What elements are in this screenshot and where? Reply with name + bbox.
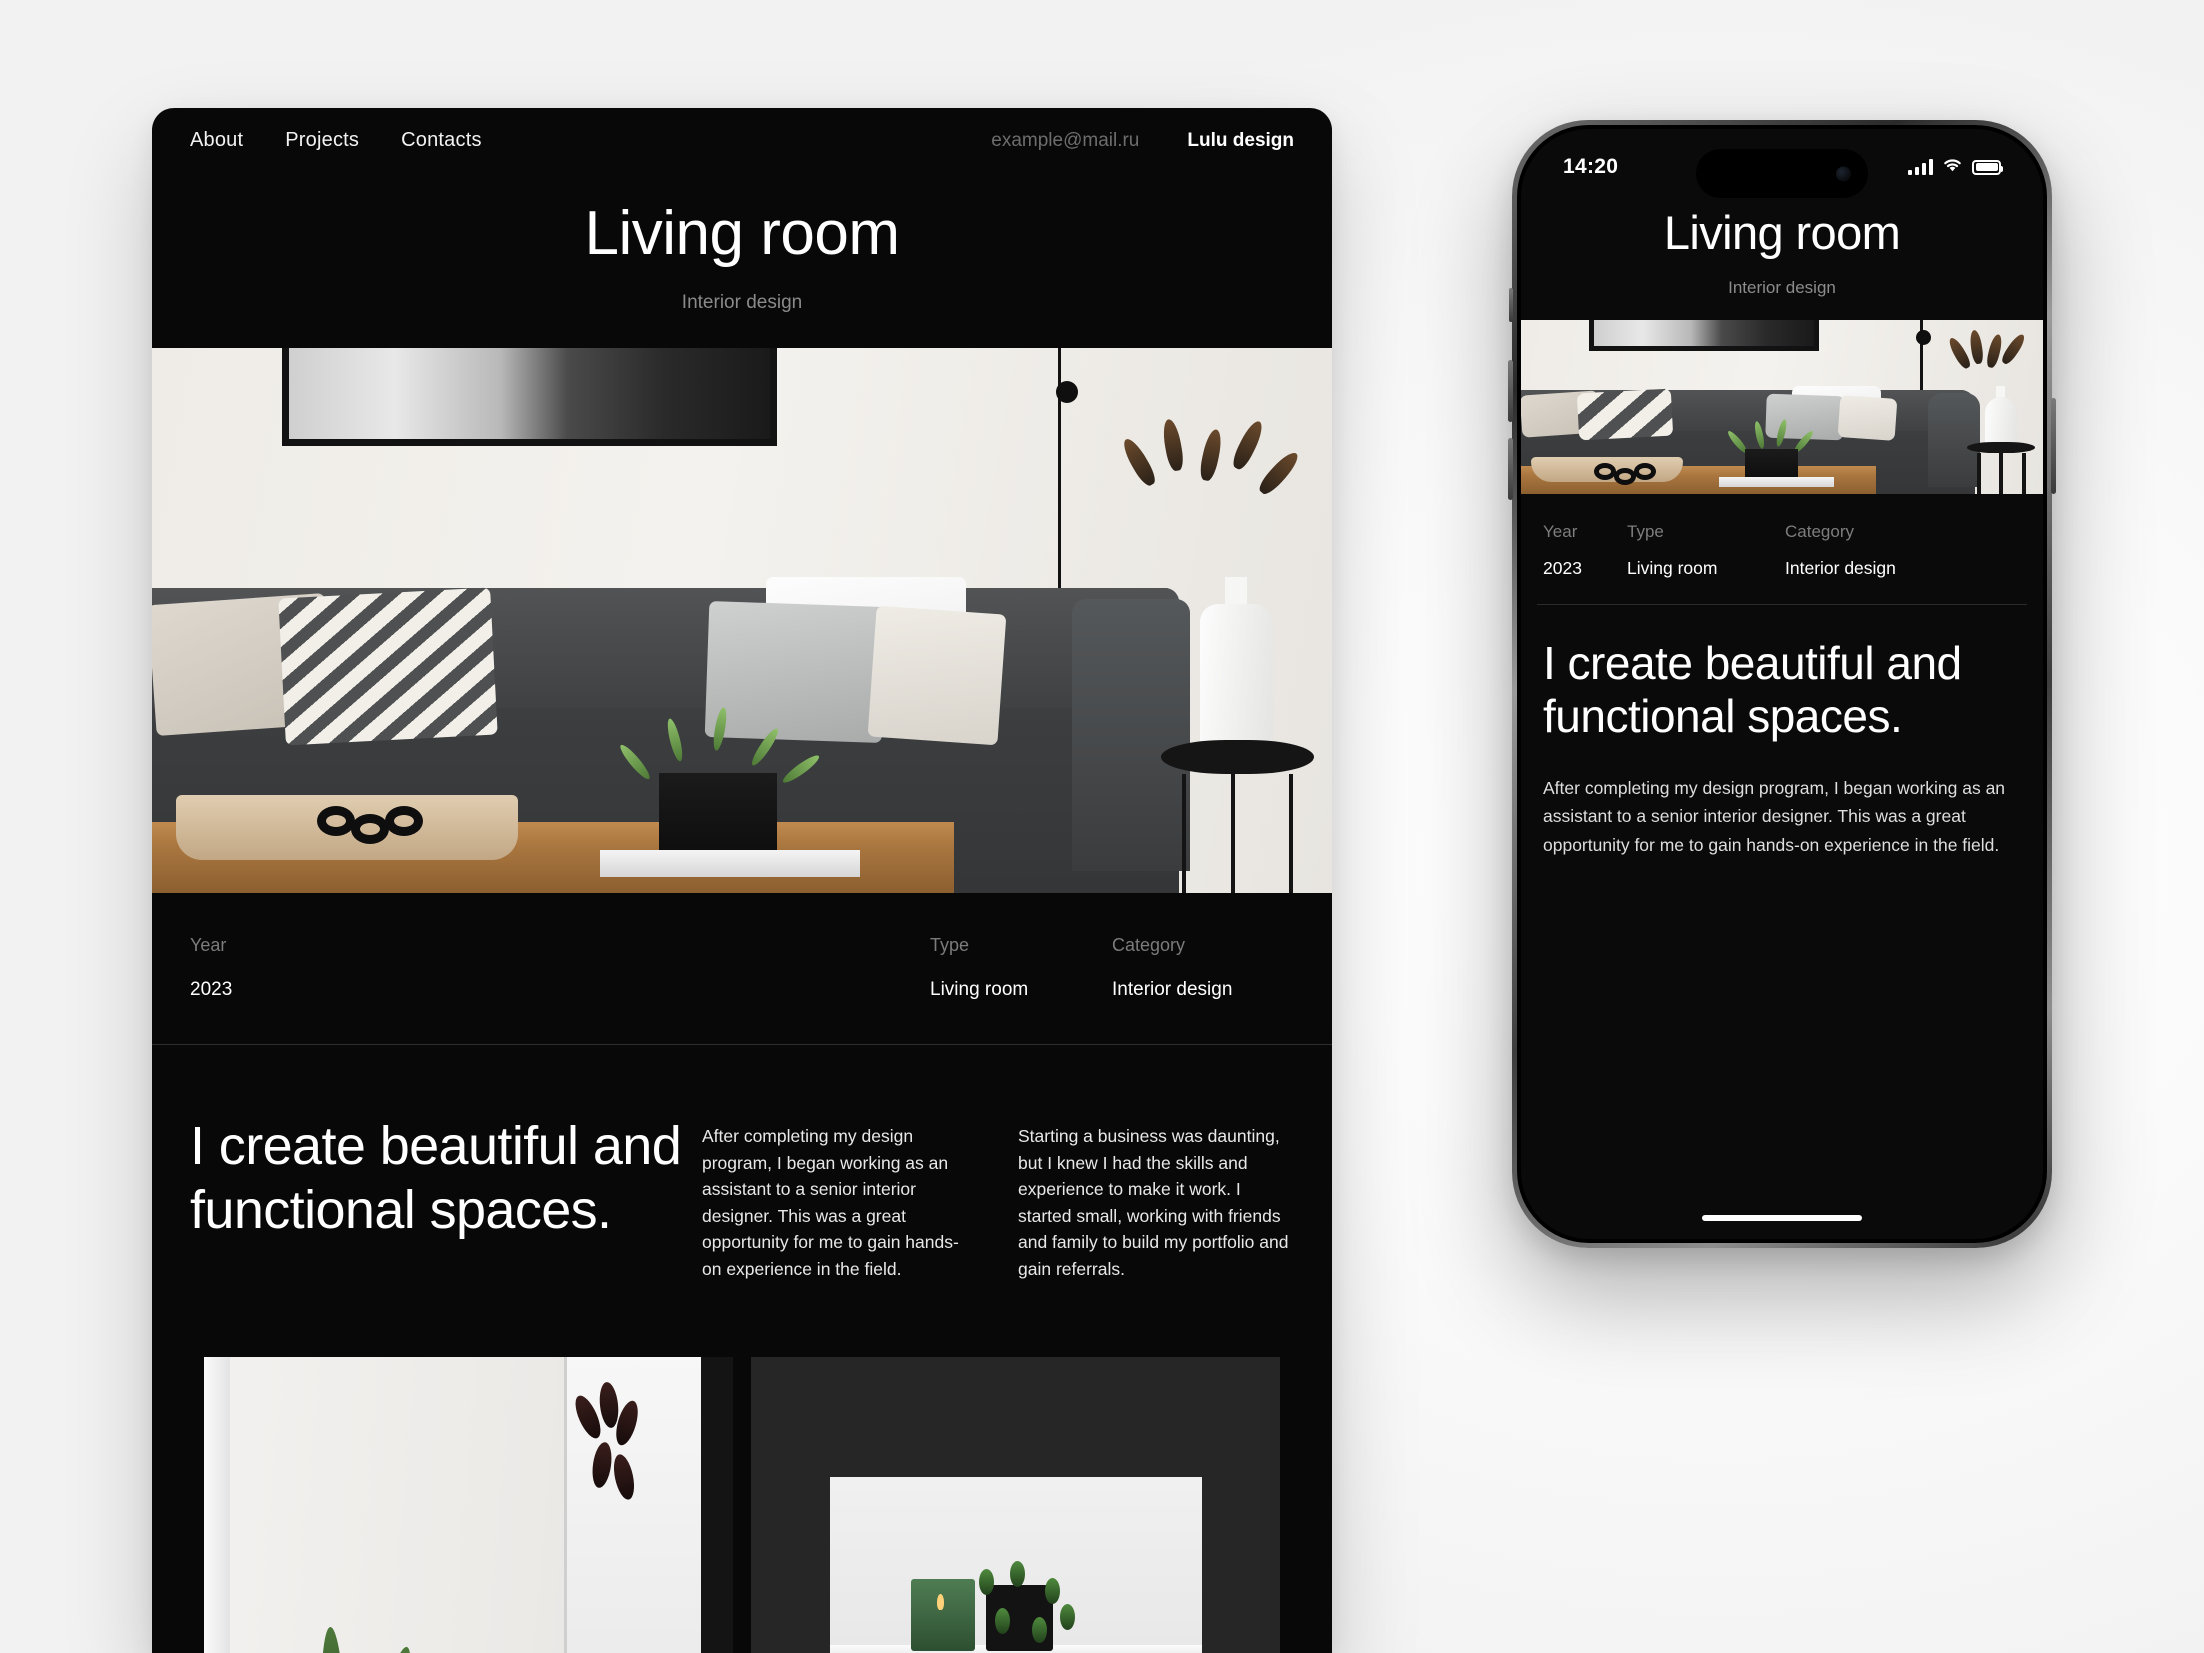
black-stool	[1160, 740, 1315, 894]
paragraph-columns: After completing my design program, I be…	[702, 1115, 1294, 1283]
paragraph-one: After completing my design program, I be…	[702, 1126, 959, 1280]
pillow-striped	[278, 587, 498, 746]
phone-meta-row: Year 2023 Type Living room Category Inte…	[1521, 494, 2043, 605]
wifi-icon	[1942, 157, 1963, 178]
page-subtitle: Interior design	[681, 292, 803, 314]
main-navigation: About Projects Contacts	[190, 129, 482, 152]
dynamic-island	[1696, 149, 1868, 198]
coffee-table-books	[600, 849, 860, 877]
page-title: Living room	[584, 199, 900, 268]
phone-meta-year: Year 2023	[1543, 522, 1627, 579]
status-icons	[1908, 157, 2003, 178]
front-camera-icon	[1836, 166, 1851, 181]
section-heading: I create beautiful and functional spaces…	[190, 1116, 682, 1240]
phone-hero-image	[1521, 320, 2043, 494]
meta-type-label: Type	[930, 935, 970, 956]
pillow-cream	[867, 605, 1006, 745]
meta-year: Year 2023	[190, 935, 930, 1001]
living-room-photo-mobile	[1521, 320, 2043, 494]
gallery-image-1[interactable]	[204, 1356, 733, 1653]
meta-category: Category Interior design	[1112, 935, 1232, 1001]
contact-email[interactable]: example@mail.ru	[991, 130, 1139, 152]
dried-leaves	[1118, 417, 1309, 593]
phone-meta-category-value: Interior design	[1785, 558, 1896, 578]
phone-mockup: 14:20 Living room Interior design Year 2…	[1508, 120, 2056, 1248]
desktop-top-bar: About Projects Contacts example@mail.ru …	[152, 108, 1332, 173]
phone-screen: 14:20 Living room Interior design Year 2…	[1521, 129, 2043, 1239]
meta-type-value: Living room	[930, 979, 1029, 1001]
phone-meta-type: Type Living room	[1627, 522, 1785, 579]
hero-image	[152, 348, 1332, 894]
phone-meta-category: Category Interior design	[1785, 522, 1896, 579]
nav-item-about[interactable]: About	[190, 129, 243, 152]
project-meta-row: Year 2023 Type Living room Category Inte…	[152, 893, 1332, 1046]
power-button[interactable]	[2051, 398, 2056, 494]
status-time: 14:20	[1563, 155, 1619, 178]
phone-meta-year-value: 2023	[1543, 558, 1582, 578]
meta-year-label: Year	[190, 935, 227, 956]
cellular-signal-icon	[1908, 159, 1933, 175]
meta-category-value: Interior design	[1112, 979, 1233, 1001]
paragraph-two: Starting a business was daunting, but I …	[1018, 1126, 1289, 1280]
phone-page-subtitle: Interior design	[1728, 278, 1836, 297]
gallery-image-2[interactable]	[751, 1356, 1280, 1653]
floor-plants	[215, 1600, 532, 1653]
meta-year-value: 2023	[190, 979, 233, 1001]
nav-item-projects[interactable]: Projects	[285, 129, 359, 152]
lamp-knob	[1056, 380, 1079, 403]
phone-meta-type-value: Living room	[1627, 558, 1718, 578]
white-vase	[1199, 604, 1273, 752]
home-indicator[interactable]	[1702, 1215, 1862, 1221]
about-section: I create beautiful and functional spaces…	[152, 1045, 1332, 1283]
phone-paragraph: After completing my design program, I be…	[1543, 777, 2006, 855]
desktop-mockup: About Projects Contacts example@mail.ru …	[152, 108, 1332, 1653]
meta-type: Type Living room	[930, 935, 1112, 1001]
decor-chain	[317, 805, 470, 850]
silent-switch[interactable]	[1509, 288, 1513, 322]
battery-full-icon	[1972, 159, 2003, 175]
phone-heading-block: Living room Interior design	[1521, 191, 2043, 320]
meta-category-label: Category	[1112, 935, 1186, 956]
living-room-photo	[152, 348, 1332, 894]
black-planter	[659, 773, 778, 861]
phone-section-heading: I create beautiful and functional spaces…	[1543, 637, 1962, 743]
nav-item-contacts[interactable]: Contacts	[401, 129, 482, 152]
phone-meta-year-label: Year	[1543, 522, 1578, 541]
framed-artwork	[281, 348, 778, 447]
phone-meta-category-label: Category	[1785, 522, 1854, 541]
gallery-section	[152, 1283, 1332, 1653]
hero-heading-block: Living room Interior design	[152, 173, 1332, 348]
top-bar-right: example@mail.ru Lulu design	[991, 130, 1294, 152]
volume-down-button[interactable]	[1508, 438, 1513, 500]
phone-page-title: Living room	[1663, 206, 1901, 259]
brand-logo[interactable]: Lulu design	[1187, 130, 1294, 152]
stool-top	[1160, 740, 1315, 775]
volume-up-button[interactable]	[1508, 360, 1513, 422]
hanging-plant	[570, 1381, 659, 1533]
trailing-vine	[963, 1560, 1119, 1653]
phone-meta-type-label: Type	[1627, 522, 1664, 541]
